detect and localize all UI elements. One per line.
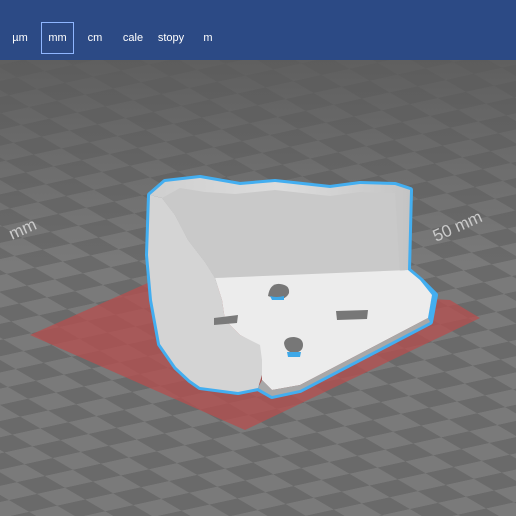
- unit-feet-button[interactable]: stopy: [154, 22, 188, 54]
- unit-inch-button[interactable]: cale: [116, 22, 150, 54]
- viewport-canvas[interactable]: mm 50 mm: [0, 60, 516, 516]
- mounting-hole-front-edge: [287, 352, 301, 357]
- 3d-viewport[interactable]: mm 50 mm: [0, 60, 516, 516]
- mounting-slot: [336, 310, 368, 320]
- unit-millimeter-button[interactable]: mm: [41, 22, 74, 54]
- unit-toolbar: µm mm cm cale stopy m: [0, 0, 516, 60]
- unit-meter-button[interactable]: m: [194, 22, 222, 54]
- unit-micrometer-button[interactable]: µm: [4, 22, 36, 54]
- unit-centimeter-button[interactable]: cm: [80, 22, 110, 54]
